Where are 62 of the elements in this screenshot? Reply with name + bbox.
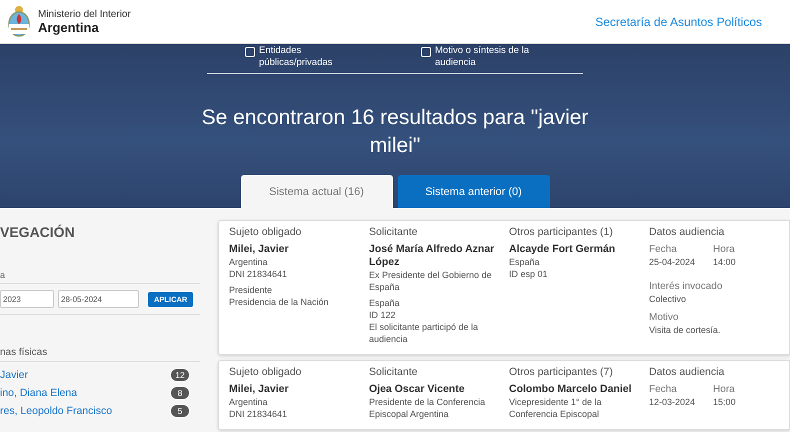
column-heading: Solicitante <box>369 366 418 378</box>
date-label: a <box>0 270 200 284</box>
person-link[interactable]: Javier <box>0 369 28 381</box>
detail-text: Argentina <box>229 256 269 268</box>
person-name: Ojea Oscar Vicente <box>369 383 466 396</box>
person-name: José María Alfredo Aznar López <box>369 243 496 269</box>
field-value: Visita de cortesía. <box>649 324 722 336</box>
date-to-field[interactable]: 28-05-2024 <box>58 290 139 308</box>
field-label: Motivo <box>649 311 680 324</box>
checkbox[interactable] <box>245 47 255 57</box>
checkbox[interactable] <box>421 47 431 57</box>
country-name: Argentina <box>38 20 100 34</box>
field-label: Hora <box>713 243 736 256</box>
column-heading: Solicitante <box>369 226 418 238</box>
detail-text: Argentina <box>229 396 269 408</box>
person-link[interactable]: ino, Diana Elena <box>0 387 78 399</box>
results-title: Se encontraron 16 resultados para "javier milei" <box>200 105 590 159</box>
system-tab[interactable]: Sistema anterior (0) <box>398 175 550 208</box>
field-label: Hora <box>713 383 736 396</box>
detail-text: ID 122 <box>369 309 397 321</box>
field-value: 25-04-2024 <box>649 256 696 268</box>
field-value: 15:00 <box>713 396 736 408</box>
detail-text: Presidencia de la Nación <box>229 296 330 308</box>
detail-text: DNI 21834641 <box>229 268 288 280</box>
date-from-field[interactable]: 2023 <box>0 290 54 308</box>
detail-text: Presidente <box>229 284 274 296</box>
field-label: Fecha <box>649 383 678 396</box>
sidebar-title: VEGACIÓN <box>0 224 76 240</box>
field-value: 12-03-2024 <box>649 396 696 408</box>
section-heading: nas físicas <box>0 347 200 362</box>
checkbox-label: Motivo o síntesis de la audiencia <box>435 45 530 69</box>
system-tab[interactable]: Sistema actual (16) <box>240 175 392 208</box>
person-name: Colombo Marcelo Daniel <box>509 383 633 396</box>
column-heading: Sujeto obligado <box>229 366 302 378</box>
column-heading: Datos audiencia <box>649 226 726 238</box>
column-heading: Datos audiencia <box>649 366 726 378</box>
person-name: Alcayde Fort Germán <box>509 243 616 256</box>
detail-text: España <box>369 297 401 309</box>
count-badge: 5 <box>171 405 189 417</box>
field-value: Colectivo <box>649 293 688 305</box>
detail-text: Vicepresidente 1° de la Conferencia Episcopal <box>509 396 602 420</box>
field-label: Interés invocado <box>649 280 724 293</box>
column-heading: Otros participantes (7) <box>509 366 614 378</box>
detail-text: España <box>509 256 541 268</box>
detail-text: Presidente de la Conferencia Episcopal Argentina <box>369 396 486 420</box>
field-value: 14:00 <box>713 256 736 268</box>
coat-of-arms-icon <box>6 4 32 38</box>
detail-text: ID esp 01 <box>509 268 549 280</box>
person-name: Milei, Javier <box>229 243 290 256</box>
checkbox-label: Entidades públicas/privadas <box>259 45 334 69</box>
detail-text: Ex Presidente del Gobierno de España <box>369 269 493 293</box>
person-name: Milei, Javier <box>229 383 290 396</box>
field-label: Fecha <box>649 243 678 256</box>
count-badge: 8 <box>171 387 189 399</box>
column-heading: Sujeto obligado <box>229 226 302 238</box>
person-link[interactable]: res, Leopoldo Francisco <box>0 405 112 417</box>
count-badge: 12 <box>171 369 189 381</box>
secretariat-link[interactable]: Secretaría de Asuntos Políticos <box>595 14 762 28</box>
detail-text: El solicitante participó de la audiencia <box>369 321 480 345</box>
detail-text: DNI 21834641 <box>229 408 288 420</box>
ministry-name: Ministerio del Interior <box>38 8 131 20</box>
column-heading: Otros participantes (1) <box>509 226 614 238</box>
